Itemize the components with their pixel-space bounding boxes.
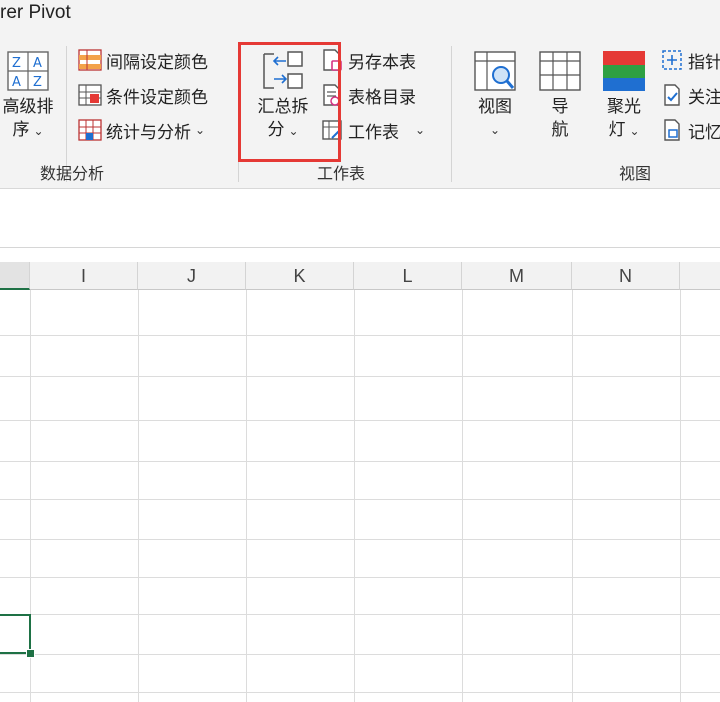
- grid-line: [572, 290, 573, 702]
- focus-icon: [664, 84, 680, 106]
- focus-label: 关注: [688, 87, 720, 108]
- spotlight-icon: [603, 51, 645, 91]
- svg-text:Z: Z: [33, 75, 42, 90]
- group-label-view: 视图: [619, 164, 652, 183]
- grid-line: [0, 577, 720, 578]
- column-header-k[interactable]: K: [246, 262, 354, 290]
- worksheet-grid[interactable]: I J K L M N: [0, 248, 720, 702]
- worksheet-menu-label: 工作表: [348, 122, 399, 143]
- interval-color-label: 间隔设定颜色: [106, 52, 208, 73]
- advanced-sort-label-2: 序 ⌄: [12, 120, 44, 140]
- navigate-grid-icon: [539, 51, 581, 91]
- interval-color-icon: [78, 49, 102, 71]
- column-header-m[interactable]: M: [462, 262, 572, 290]
- memory-label: 记忆: [688, 122, 720, 143]
- grid-line: [0, 420, 720, 421]
- view-icon: [474, 51, 516, 91]
- svg-text:A: A: [12, 75, 21, 90]
- grid-line: [0, 654, 720, 655]
- chevron-down-icon: ⌄: [629, 124, 640, 138]
- highlight-box: [238, 42, 341, 162]
- focus-button[interactable]: 关注: [660, 81, 720, 109]
- conditional-color-button[interactable]: 条件设定颜色: [78, 81, 208, 109]
- pointer-button[interactable]: 指针: [660, 46, 720, 74]
- active-cell[interactable]: [0, 614, 31, 654]
- navigate-label-2: 航: [551, 120, 569, 140]
- view-label: 视图: [478, 97, 512, 117]
- sheet-directory-label: 表格目录: [348, 87, 416, 108]
- ribbon-tab-title[interactable]: rer Pivot: [0, 2, 71, 24]
- chevron-down-icon: ⌄: [33, 124, 44, 138]
- memory-icon: [664, 119, 680, 141]
- column-header-l[interactable]: L: [354, 262, 462, 290]
- grid-line: [462, 290, 463, 702]
- grid-line: [354, 290, 355, 702]
- conditional-color-label: 条件设定颜色: [106, 87, 208, 108]
- spotlight-label-2: 灯 ⌄: [608, 120, 640, 140]
- grid-line: [0, 461, 720, 462]
- memory-button[interactable]: 记忆: [660, 116, 720, 144]
- column-header-i[interactable]: I: [30, 262, 138, 290]
- spotlight-button[interactable]: 聚光 灯 ⌄: [600, 50, 648, 143]
- column-header-j[interactable]: J: [138, 262, 246, 290]
- advanced-sort-label-1: 高级排: [2, 97, 54, 117]
- grid-line: [0, 614, 720, 615]
- column-header-prev[interactable]: [0, 262, 30, 290]
- grid-line: [138, 290, 139, 702]
- stats-analysis-button[interactable]: 统计与分析 ⌄: [78, 116, 205, 144]
- group-label-worksheet: 工作表: [317, 164, 366, 183]
- save-as-sheet-label: 另存本表: [348, 52, 416, 73]
- pointer-icon: [662, 50, 682, 70]
- grid-line: [0, 539, 720, 540]
- sort-az-icon: Z A A Z: [7, 51, 49, 91]
- advanced-sort-button[interactable]: Z A A Z 高级排 序 ⌄: [0, 50, 56, 143]
- grid-line: [0, 692, 720, 693]
- stats-analysis-icon: [78, 119, 102, 141]
- svg-text:Z: Z: [12, 56, 21, 71]
- view-button[interactable]: 视图 ⌄: [470, 50, 520, 142]
- chevron-down-icon: ⌄: [489, 123, 501, 137]
- ribbon: rer Pivot Z A A Z 高级排 序 ⌄ 间隔设定颜色 条件设定颜色 …: [0, 0, 720, 189]
- chevron-down-icon: ⌄: [195, 123, 206, 137]
- column-header-n[interactable]: N: [572, 262, 680, 290]
- conditional-color-icon: [78, 84, 102, 106]
- svg-text:A: A: [33, 56, 42, 71]
- grid-line: [0, 376, 720, 377]
- grid-line: [680, 290, 681, 702]
- column-header-next[interactable]: [680, 262, 720, 290]
- fill-handle[interactable]: [26, 649, 35, 658]
- navigate-label-1: 导: [551, 97, 569, 117]
- group-label-data-analysis: 数据分析: [40, 164, 105, 183]
- grid-line: [0, 499, 720, 500]
- chevron-down-icon: ⌄: [415, 123, 426, 137]
- interval-color-button[interactable]: 间隔设定颜色: [78, 46, 208, 74]
- formula-bar[interactable]: [0, 189, 720, 248]
- navigate-button[interactable]: 导 航: [537, 50, 583, 142]
- ribbon-separator: [451, 46, 452, 182]
- pointer-label: 指针: [688, 52, 720, 73]
- spotlight-label-1: 聚光: [607, 97, 641, 117]
- grid-line: [246, 290, 247, 702]
- grid-line: [0, 335, 720, 336]
- stats-analysis-label: 统计与分析: [106, 122, 191, 143]
